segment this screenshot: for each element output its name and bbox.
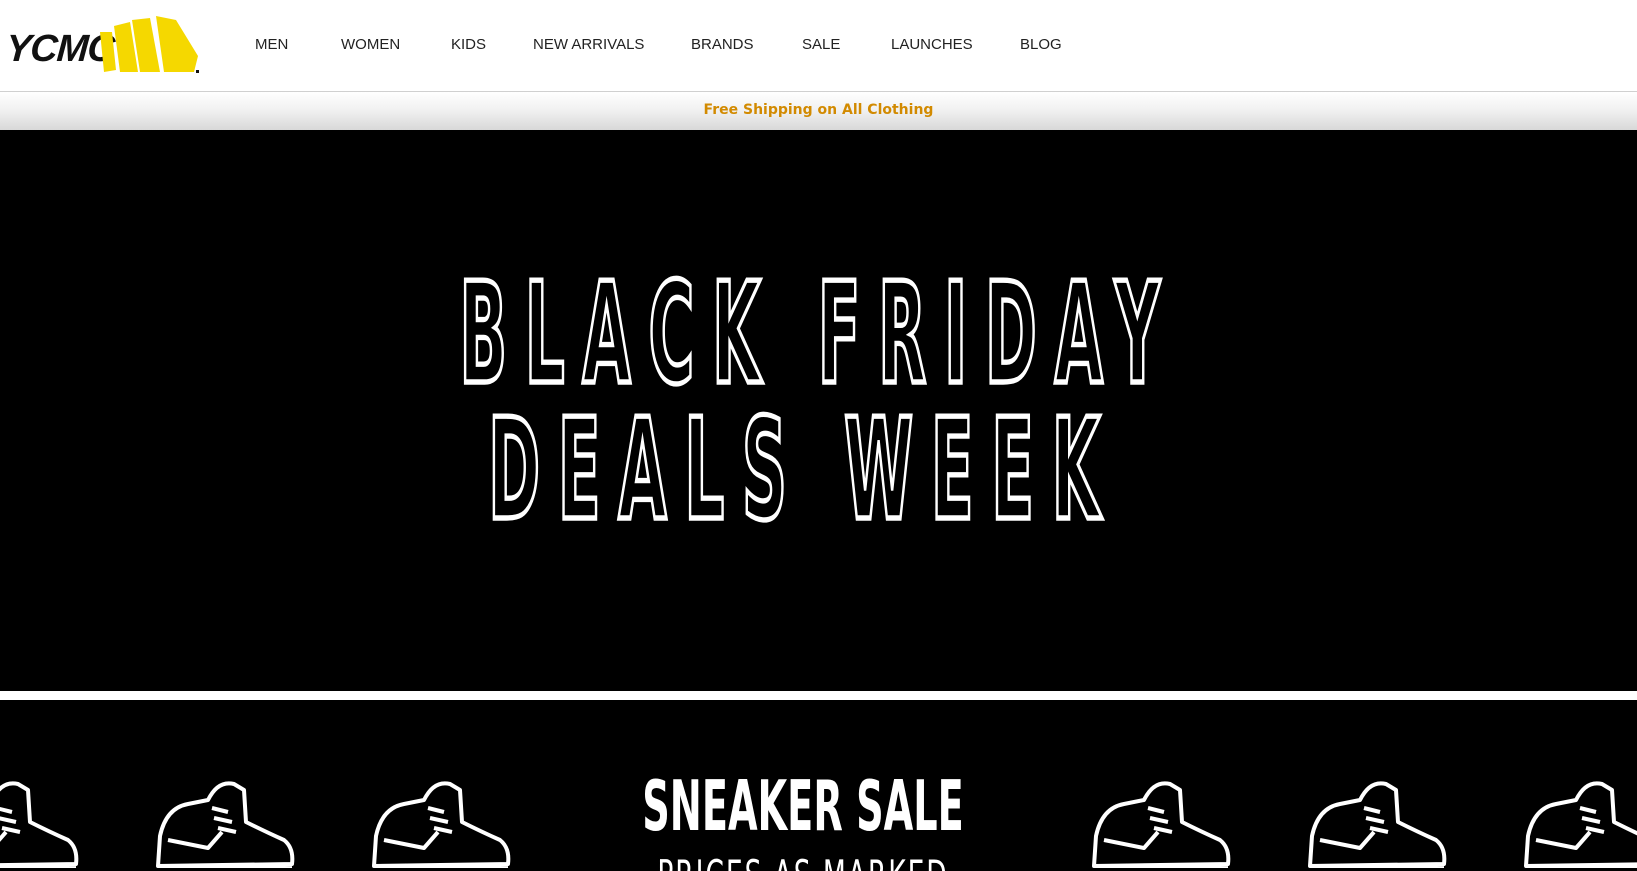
nav-item-new-arrivals[interactable]: NEW ARRIVALS bbox=[533, 36, 644, 53]
hero-banner-black-friday[interactable]: BLACK FRIDAY DEALS WEEK bbox=[0, 130, 1637, 691]
sneaker-sale-subtitle: PRICES AS MARKED bbox=[657, 852, 948, 871]
logo-mark-icon bbox=[100, 16, 199, 73]
nav-item-blog[interactable]: BLOG bbox=[1020, 36, 1062, 53]
sneaker-sale-title: SNEAKER SALE bbox=[642, 767, 963, 848]
nav-item-sale[interactable]: SALE bbox=[802, 36, 840, 53]
promo-bar[interactable]: Free Shipping on All Clothing bbox=[0, 92, 1637, 130]
hero-headline-graphic: BLACK FRIDAY DEALS WEEK bbox=[458, 251, 1162, 553]
section-divider bbox=[0, 691, 1637, 700]
nav-item-launches[interactable]: LAUNCHES bbox=[891, 36, 973, 53]
site-header: YCMC MEN WOMEN KIDS NEW ARRIVALS BRANDS … bbox=[0, 0, 1637, 92]
sneaker-sale-text: SNEAKER SALE PRICES AS MARKED bbox=[642, 767, 963, 871]
nav-item-men[interactable]: MEN bbox=[255, 36, 288, 53]
nav-item-women[interactable]: WOMEN bbox=[341, 36, 400, 53]
promo-text: Free Shipping on All Clothing bbox=[703, 102, 934, 118]
hero-line-2: DEALS WEEK bbox=[488, 389, 1118, 552]
nav-item-brands[interactable]: BRANDS bbox=[691, 36, 754, 53]
ycmc-logo[interactable]: YCMC bbox=[5, 14, 208, 76]
sneaker-sale-banner[interactable]: SNEAKER SALE PRICES AS MARKED bbox=[0, 700, 1637, 871]
nav-item-kids[interactable]: KIDS bbox=[451, 36, 486, 53]
